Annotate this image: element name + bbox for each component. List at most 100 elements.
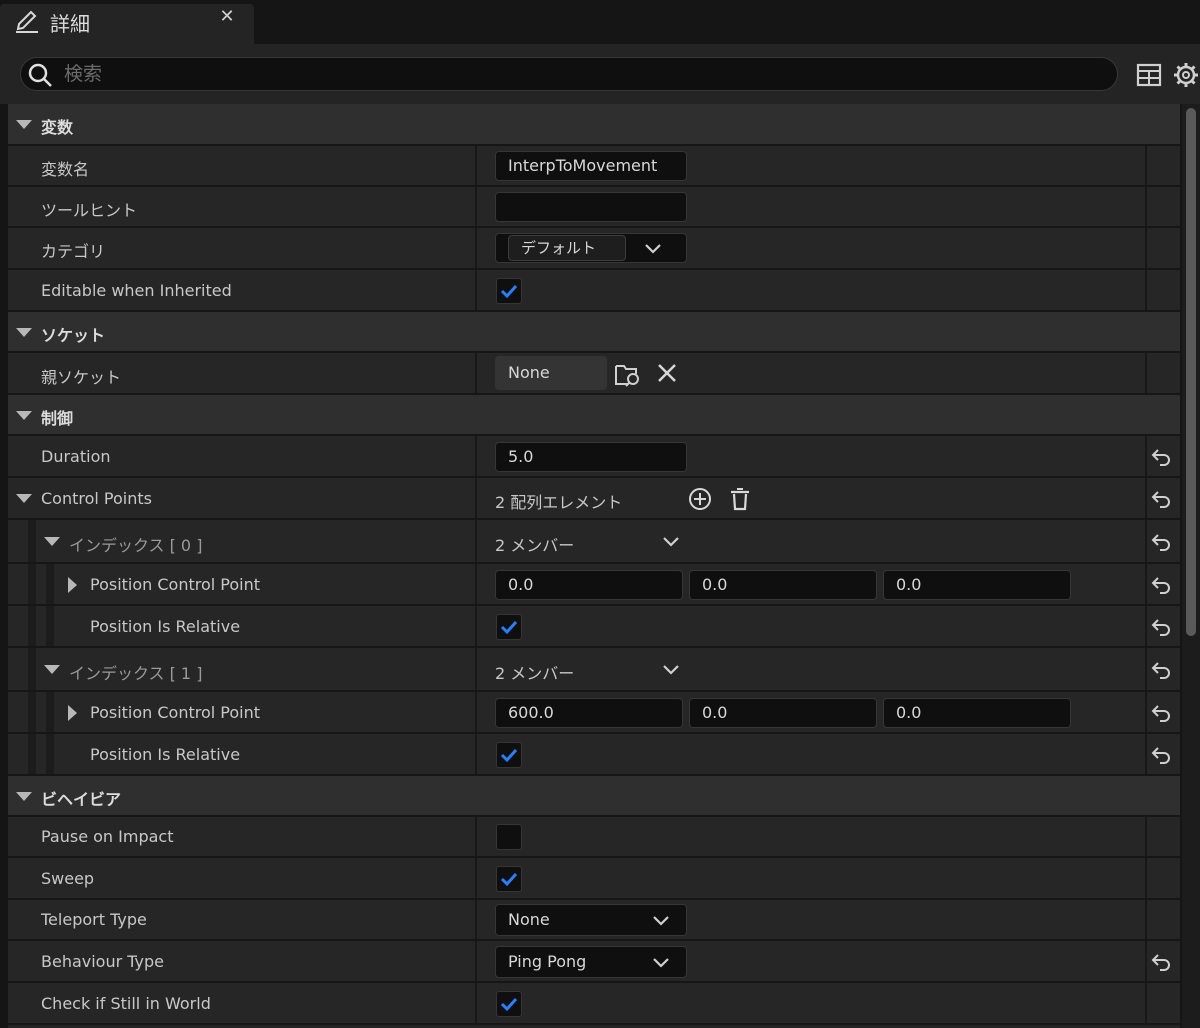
column-divider [1145,648,1147,690]
collapse-arrow-icon[interactable] [44,537,60,546]
chevron-down-icon[interactable] [662,536,680,548]
column-divider [475,228,477,268]
column-divider [1145,187,1147,226]
collapse-arrow-icon[interactable] [16,792,32,801]
reset-to-default-icon[interactable] [1150,531,1172,553]
column-divider [475,564,477,604]
add-element-icon[interactable] [687,486,713,512]
position-is-relative-checkbox[interactable] [496,614,522,640]
reset-to-default-icon[interactable] [1150,616,1172,638]
category-combo[interactable]: デフォルト [495,233,687,263]
property-label: Position Control Point [90,703,261,722]
property-row-control-points: Control Points 2 配列エレメント [8,478,1180,520]
column-divider [1145,983,1147,1023]
dropdown-value: Ping Pong [508,952,587,971]
chevron-down-icon[interactable] [662,664,680,676]
dropdown-value: None [508,910,550,929]
indent-guide [28,692,36,732]
behaviour-type-dropdown[interactable]: Ping Pong [495,946,687,978]
checkmark-icon [500,620,518,635]
position-z-field[interactable]: 0.0 [883,570,1071,600]
sweep-checkbox[interactable] [496,866,522,892]
scrollbar-thumb[interactable] [1186,108,1196,636]
reset-to-default-icon[interactable] [1150,744,1172,766]
indent-guide [28,564,36,604]
position-y-field[interactable]: 0.0 [689,698,877,728]
reset-to-default-icon[interactable] [1150,488,1172,510]
browse-folder-icon[interactable] [614,360,642,388]
chevron-down-icon[interactable] [644,243,662,255]
property-label: Behaviour Type [41,952,165,971]
clear-icon[interactable] [656,362,678,384]
property-row-position-control-point-0: Position Control Point 0.0 0.0 0.0 [8,564,1180,606]
reset-to-default-icon[interactable] [1150,702,1172,724]
column-divider [1145,478,1147,518]
position-x-field[interactable]: 600.0 [495,698,683,728]
teleport-type-dropdown[interactable]: None [495,904,687,936]
column-divider [1145,858,1147,898]
collapse-arrow-icon[interactable] [16,494,32,503]
property-label: 変数名 [41,160,90,179]
position-z-field[interactable]: 0.0 [883,698,1071,728]
duration-field[interactable]: 5.0 [495,442,687,472]
property-row-duration: Duration 5.0 [8,436,1180,478]
position-is-relative-checkbox[interactable] [496,742,522,768]
column-divider [475,146,477,185]
reset-to-default-icon[interactable] [1150,951,1172,973]
search-input[interactable] [62,59,1102,89]
property-label: Editable when Inherited [41,281,232,300]
gear-icon[interactable] [1172,61,1200,89]
expand-arrow-icon[interactable] [68,577,77,593]
column-divider [1145,436,1147,476]
position-x-field[interactable]: 0.0 [495,570,683,600]
property-row-position-is-relative-1: Position Is Relative [8,734,1180,776]
position-y-field[interactable]: 0.0 [689,570,877,600]
edit-icon [16,10,38,33]
collapse-arrow-icon[interactable] [16,120,32,129]
category-control[interactable]: 制御 [8,395,1180,436]
tooltip-field[interactable] [495,192,687,222]
indent-guide [46,606,54,646]
editable-inherited-checkbox[interactable] [496,278,522,304]
property-label: Control Points [41,489,152,508]
column-divider [1145,900,1147,939]
checkmark-icon [500,748,518,763]
property-row-position-is-relative-0: Position Is Relative [8,606,1180,648]
property-row-editable-inherited: Editable when Inherited [8,270,1180,312]
column-divider [475,734,477,774]
parent-socket-field[interactable]: None [495,356,607,390]
property-label: Position Is Relative [90,617,241,636]
tab-title: 詳細 [50,12,90,36]
property-row-sweep: Sweep [8,858,1180,900]
category-value[interactable]: デフォルト [508,235,626,261]
column-divider [1145,734,1147,774]
array-count: 2 配列エレメント [495,493,623,512]
pause-on-impact-checkbox[interactable] [496,824,522,850]
category-variables[interactable]: 変数 [8,104,1180,146]
expand-arrow-icon[interactable] [68,705,77,721]
collapse-arrow-icon[interactable] [16,411,32,420]
table-view-icon[interactable] [1136,62,1162,88]
check-still-in-world-checkbox[interactable] [496,991,522,1017]
column-divider [1145,353,1147,393]
collapse-arrow-icon[interactable] [16,328,32,337]
property-label: Pause on Impact [41,827,174,846]
category-socket[interactable]: ソケット [8,312,1180,353]
close-icon[interactable]: ✕ [216,6,238,28]
reset-to-default-icon[interactable] [1150,659,1172,681]
column-divider [475,187,477,226]
collapse-arrow-icon[interactable] [44,665,60,674]
reset-to-default-icon[interactable] [1150,446,1172,468]
reset-to-default-icon[interactable] [1150,574,1172,596]
indent-guide [28,520,36,562]
category-behavior[interactable]: ビヘイビア [8,776,1180,817]
trash-icon[interactable] [727,486,753,512]
column-divider [1145,606,1147,646]
chevron-down-icon [653,958,669,968]
checkmark-icon [500,997,518,1012]
column-divider [475,858,477,898]
property-label: Check if Still in World [41,994,211,1013]
variable-name-field[interactable]: InterpToMovement [495,151,687,181]
column-divider [475,983,477,1023]
property-label: Sweep [41,869,95,888]
